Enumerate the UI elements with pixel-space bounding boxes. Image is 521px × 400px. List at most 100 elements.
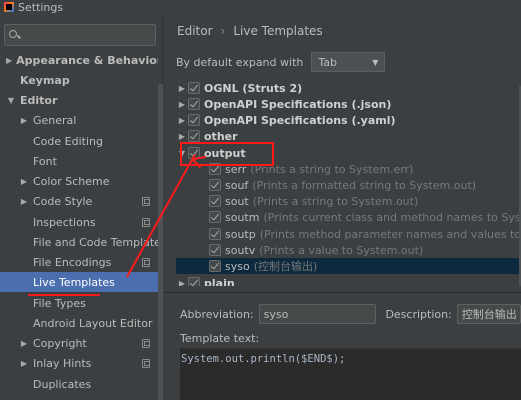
chevron-right-icon[interactable]: ▶	[19, 197, 29, 206]
group-label: OpenAPI Specifications (.json)	[204, 97, 392, 111]
group-checkbox[interactable]	[188, 82, 200, 94]
group-checkbox[interactable]	[188, 277, 200, 286]
group-label: OpenAPI Specifications (.yaml)	[204, 113, 396, 127]
template-row-sout[interactable]: sout (Prints a string to System.out)	[176, 193, 521, 209]
sidebar-item-label: Live Templates	[33, 275, 115, 289]
chevron-right-icon: ›	[220, 24, 226, 38]
tree-group-plain[interactable]: ▶ plain	[176, 275, 521, 286]
sidebar-item-inspections[interactable]: Inspections	[0, 212, 158, 232]
sidebar-item-label: Inspections	[33, 215, 96, 229]
abbreviation-row: Abbreviation: syso Description: 控制台输出	[180, 304, 521, 324]
template-checkbox[interactable]	[209, 195, 221, 207]
sidebar-item-editor[interactable]: ▼ Editor	[0, 90, 158, 110]
abbreviation-label: Abbreviation:	[180, 307, 254, 321]
template-name: souf	[225, 178, 249, 192]
template-checkbox[interactable]	[209, 179, 221, 191]
template-checkbox[interactable]	[209, 260, 221, 272]
chevron-right-icon[interactable]: ▶	[19, 339, 29, 348]
window-title: Settings	[18, 0, 64, 14]
sidebar-item-label: Duplicates	[33, 377, 92, 391]
chevron-right-icon[interactable]: ▶	[176, 100, 188, 109]
sidebar-scrollbar[interactable]	[158, 84, 163, 400]
project-scope-icon	[142, 257, 150, 267]
template-description: (Prints a string to System.err)	[250, 162, 414, 176]
expand-with-label: By default expand with	[176, 55, 304, 69]
sidebar-item-label: Copyright	[33, 336, 87, 350]
expand-with-dropdown[interactable]: Tab ▼	[311, 52, 386, 72]
sidebar-item-file-code-templates[interactable]: File and Code Templates	[0, 232, 158, 252]
sidebar-item-label: Keymap	[20, 73, 70, 87]
template-row-soutv[interactable]: soutv (Prints a value to System.out)	[176, 242, 521, 258]
sidebar-item-general[interactable]: ▶ General	[0, 110, 158, 130]
group-checkbox[interactable]	[188, 114, 200, 126]
chevron-right-icon[interactable]: ▶	[176, 132, 188, 141]
chevron-right-icon[interactable]: ▶	[176, 116, 188, 125]
chevron-right-icon[interactable]: ▶	[19, 177, 29, 186]
tree-group-openapi-json[interactable]: ▶ OpenAPI Specifications (.json)	[176, 96, 521, 112]
description-field[interactable]: 控制台输出	[456, 304, 521, 324]
chevron-down-icon: ▼	[372, 57, 379, 67]
project-scope-icon	[142, 217, 150, 227]
template-row-soutp[interactable]: soutp (Prints method parameter names and…	[176, 226, 521, 242]
abbreviation-field[interactable]: syso	[258, 304, 377, 324]
sidebar-item-android-layout-editor[interactable]: Android Layout Editor	[0, 313, 158, 333]
template-row-soutm[interactable]: soutm (Prints current class and method n…	[176, 209, 521, 225]
chevron-right-icon[interactable]: ▶	[19, 359, 29, 368]
chevron-right-icon[interactable]: ▶	[176, 84, 188, 93]
sidebar-item-font[interactable]: Font	[0, 151, 158, 171]
group-checkbox[interactable]	[188, 98, 200, 110]
sidebar-item-duplicates[interactable]: Duplicates	[0, 374, 158, 394]
chevron-right-icon[interactable]: ▶	[176, 279, 188, 287]
sidebar-item-label: File and Code Templates	[33, 235, 158, 249]
template-checkbox[interactable]	[209, 244, 221, 256]
sidebar-item-label: Color Scheme	[33, 174, 110, 188]
sidebar-item-keymap[interactable]: Keymap	[0, 70, 158, 90]
chevron-right-icon[interactable]: ▶	[6, 56, 12, 65]
search-input[interactable]	[23, 29, 143, 41]
tree-group-openapi-yaml[interactable]: ▶ OpenAPI Specifications (.yaml)	[176, 112, 521, 128]
sidebar-item-copyright[interactable]: ▶ Copyright	[0, 333, 158, 353]
sidebar-item-code-style[interactable]: ▶ Code Style	[0, 191, 158, 211]
sidebar-item-label: Inlay Hints	[33, 356, 92, 370]
sidebar-item-label: General	[33, 113, 77, 127]
template-name: sout	[225, 194, 249, 208]
sidebar-item-live-templates[interactable]: Live Templates	[0, 272, 158, 292]
settings-sidebar: ▶ Appearance & Behavior Keymap ▼ Editor …	[0, 14, 163, 400]
sidebar-item-appearance[interactable]: ▶ Appearance & Behavior	[0, 50, 158, 70]
tree-group-ognl[interactable]: ▶ OGNL (Struts 2)	[176, 80, 521, 96]
template-text-code: System.out.println($END$);	[181, 353, 346, 365]
expand-with-row: By default expand with Tab ▼	[176, 52, 386, 72]
title-bar: Settings	[0, 0, 521, 14]
template-row-syso[interactable]: syso (控制台输出)	[176, 258, 521, 274]
template-checkbox[interactable]	[209, 211, 221, 223]
sidebar-item-code-editing[interactable]: Code Editing	[0, 131, 158, 151]
sidebar-item-color-scheme[interactable]: ▶ Color Scheme	[0, 171, 158, 191]
sidebar-item-label: Android Layout Editor	[33, 316, 153, 330]
panel-splitter[interactable]	[164, 292, 521, 293]
template-description: (Prints a formatted string to System.out…	[252, 178, 477, 192]
template-row-souf[interactable]: souf (Prints a formatted string to Syste…	[176, 177, 521, 193]
template-checkbox[interactable]	[209, 228, 221, 240]
template-text-editor[interactable]: System.out.println($END$);	[180, 348, 521, 400]
template-description: (Prints a value to System.out)	[259, 243, 424, 257]
template-description: (Prints a string to System.out)	[252, 194, 419, 208]
abbreviation-value: syso	[263, 307, 289, 321]
sidebar-item-inlay-hints[interactable]: ▶ Inlay Hints	[0, 353, 158, 373]
sidebar-item-label: Code Style	[33, 194, 93, 208]
template-text-label: Template text:	[180, 332, 260, 345]
chevron-down-icon[interactable]: ▼	[6, 96, 16, 105]
breadcrumb-live-templates: Live Templates	[233, 24, 323, 38]
template-name: soutp	[225, 227, 256, 241]
chevron-right-icon[interactable]: ▶	[19, 116, 29, 125]
template-name: soutm	[225, 210, 260, 224]
template-description: (Prints method parameter names and value…	[259, 227, 521, 241]
group-checkbox[interactable]	[188, 130, 200, 142]
sidebar-item-label: Font	[33, 154, 57, 168]
settings-search[interactable]	[4, 24, 156, 46]
template-name: syso	[225, 259, 250, 273]
template-description: (控制台输出)	[253, 260, 318, 273]
sidebar-item-file-types[interactable]: File Types	[0, 293, 158, 313]
sidebar-item-label: File Encodings	[33, 255, 112, 269]
group-label: other	[204, 129, 238, 143]
group-label: OGNL (Struts 2)	[204, 81, 303, 95]
